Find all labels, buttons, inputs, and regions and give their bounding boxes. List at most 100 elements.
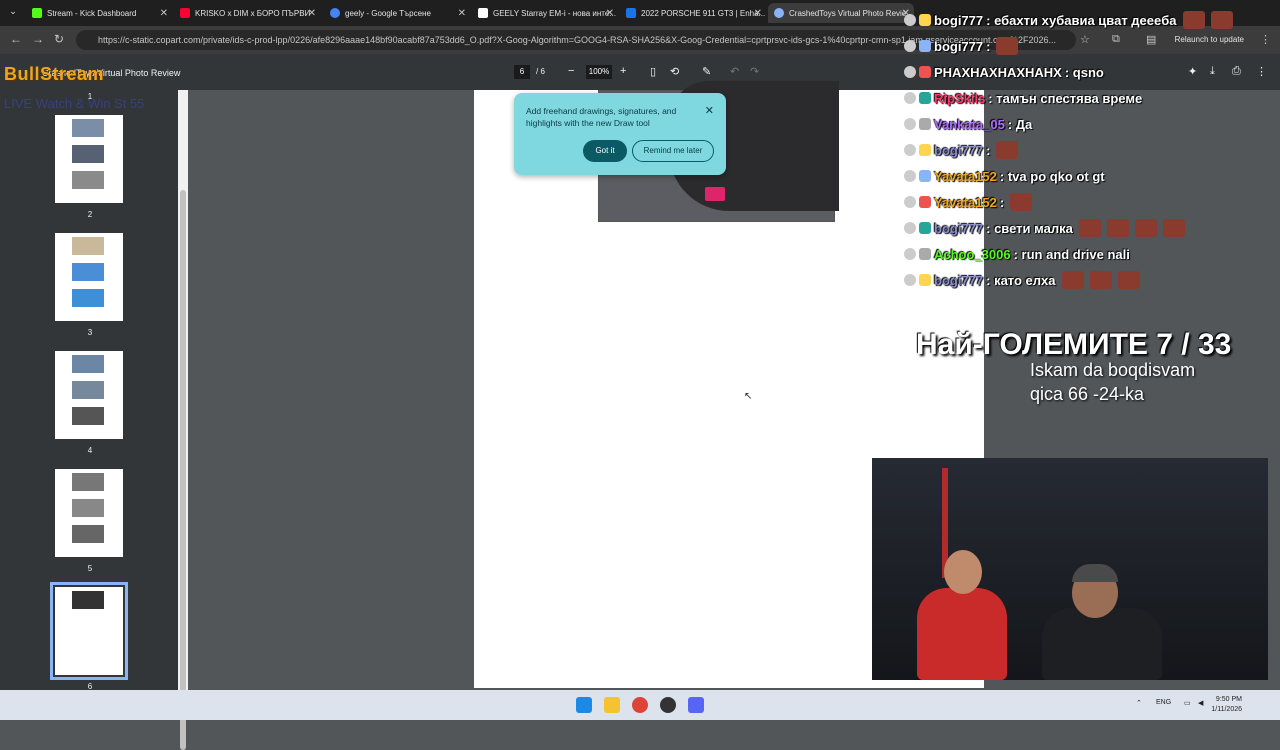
tab-label: geely - Google Търсене (345, 8, 431, 18)
discord-icon[interactable] (688, 697, 704, 713)
close-icon[interactable]: ✕ (754, 8, 762, 19)
message-line: qica 66 -24-ka (1030, 384, 1145, 404)
chat-username: Yavata152 (934, 194, 997, 210)
got-it-button[interactable]: Got it (583, 140, 627, 162)
clock-date: 1/11/2026 (1211, 706, 1242, 713)
tab-kick-dashboard[interactable]: Stream - Kick Dashboard ✕ (26, 3, 172, 23)
chat-badge-icon (904, 66, 916, 78)
network-icon[interactable]: ▭ (1184, 699, 1191, 707)
chat-badge-icon (904, 274, 916, 286)
thumbnail-page-2[interactable] (55, 115, 123, 203)
chat-message: bogi777: като елха (904, 269, 1140, 291)
chat-username: RipSkils (934, 90, 986, 106)
tray-chevron-icon[interactable]: ⌃ (1136, 699, 1142, 707)
thumb-number: 4 (87, 446, 93, 455)
chat-emote-icon (996, 37, 1019, 55)
zoom-in-icon[interactable]: + (620, 65, 626, 77)
chat-emote-icon (1134, 219, 1157, 237)
chat-text: : (986, 38, 991, 54)
chat-emote-icon (996, 141, 1019, 159)
chat-text: : qsno (1064, 64, 1104, 80)
stream-overlay-message: Iskam da boqdisvam qica 66 -24-ka (1030, 358, 1195, 406)
chat-badge-icon (919, 14, 931, 26)
tab-label: Stream - Kick Dashboard (47, 8, 137, 18)
reload-icon[interactable]: ↻ (54, 32, 64, 46)
remind-later-button[interactable]: Remind me later (632, 140, 714, 162)
news-icon (478, 8, 488, 18)
obs-icon[interactable] (660, 697, 676, 713)
stream-overlay-title: Най-ГОЛЕМИТЕ 7 / 33 (916, 328, 1232, 361)
page-total: / 6 (536, 67, 545, 76)
thumbnail-page-6[interactable] (50, 582, 128, 680)
chat-message: Yavata152: (904, 191, 1033, 213)
tab-porsche[interactable]: 2022 PORSCHE 911 GT3 | Enha... ✕ (620, 3, 766, 23)
kick-icon (32, 8, 42, 18)
chat-emote-icon (1117, 271, 1140, 289)
mouse-cursor-icon: ↖ (744, 391, 753, 402)
close-icon[interactable]: ✕ (308, 8, 316, 19)
redo-icon[interactable]: ↷ (750, 65, 759, 78)
draw-icon[interactable]: ✎ (702, 65, 711, 78)
person-left-head (944, 550, 982, 594)
chat-badge-icon (904, 144, 916, 156)
close-icon[interactable]: ✕ (160, 8, 168, 19)
chat-badge-icon (904, 248, 916, 260)
chat-emote-icon (1162, 219, 1185, 237)
person-right (1042, 608, 1162, 680)
draw-tool-popup: Add freehand drawings, signatures, and h… (514, 93, 726, 175)
back-icon[interactable]: ← (10, 32, 22, 46)
chat-username: Vankata_05 (934, 116, 1005, 132)
bullstream-logo: BullStream (4, 64, 105, 84)
chat-badge-icon (904, 14, 916, 26)
chat-text: : (986, 142, 991, 158)
chrome-icon[interactable] (632, 697, 648, 713)
tab-youtube[interactable]: KRISKO x DIM x БОРО ПЪРВИ ✕ (174, 3, 320, 23)
chat-badge-icon (919, 196, 931, 208)
file-explorer-icon[interactable] (604, 697, 620, 713)
volume-icon[interactable]: ◀ (1198, 699, 1203, 707)
chat-username: bogi777 (934, 272, 984, 288)
tab-crashedtoys[interactable]: CrashedToys Virtual Photo Revie... ✕ (768, 3, 914, 23)
chat-badge-icon (919, 66, 931, 78)
rotate-icon[interactable]: ⟲ (670, 65, 679, 78)
page-number-input[interactable]: 6 (514, 65, 530, 79)
tab-label: KRISKO x DIM x БОРО ПЪРВИ (195, 8, 311, 18)
system-clock[interactable]: 9:50 PM 1/11/2026 (1211, 695, 1242, 715)
chat-message: PHAXHAXHAXHAHX: qsno (904, 61, 1104, 83)
stream-chat-overlay: bogi777: ебахти хубавиа цват дееeба bogi7… (900, 0, 1280, 300)
close-icon[interactable]: ✕ (606, 8, 614, 19)
pdf-thumbnail-sidebar: 1 2 3 4 5 6 (0, 90, 188, 691)
chat-text: : като елха (986, 272, 1056, 288)
forward-icon[interactable]: → (32, 32, 44, 46)
tab-label: GEELY Starray EM-i - нова инте... (493, 8, 616, 18)
fit-page-icon[interactable]: ▯ (650, 65, 656, 78)
tab-search-icon[interactable]: ⌄ (6, 6, 20, 20)
zoom-out-icon[interactable]: − (568, 65, 574, 77)
thumb-number: 5 (87, 564, 93, 573)
close-icon[interactable]: ✕ (705, 104, 714, 117)
chat-text: : (999, 194, 1005, 210)
windows-taskbar: ⌃ ENG ▭ ◀ 9:50 PM 1/11/2026 (0, 690, 1280, 720)
chat-emote-icon (1089, 271, 1112, 289)
thumb-number: 3 (87, 328, 93, 337)
chat-text: : тамън спестява време (988, 90, 1143, 106)
chat-badge-icon (904, 196, 916, 208)
close-icon[interactable]: ✕ (458, 8, 466, 19)
chat-emote-icon (1061, 271, 1084, 289)
language-indicator[interactable]: ENG (1156, 699, 1171, 706)
google-icon (330, 8, 340, 18)
chat-username: bogi777 (934, 142, 984, 158)
windows-start-icon[interactable] (576, 697, 592, 713)
sidebar-scrollbar[interactable] (178, 90, 188, 750)
chat-message: RipSkils: тамън спестява време (904, 87, 1142, 109)
thumbnail-page-5[interactable] (55, 469, 123, 557)
copart-icon (626, 8, 636, 18)
zoom-input[interactable]: 100% (586, 65, 612, 79)
chat-username: Yavata152 (934, 168, 997, 184)
thumbnail-page-4[interactable] (55, 351, 123, 439)
undo-icon[interactable]: ↶ (730, 65, 739, 78)
tab-google-search[interactable]: geely - Google Търсене ✕ (324, 3, 470, 23)
tab-geely-starray[interactable]: GEELY Starray EM-i - нова инте... ✕ (472, 3, 618, 23)
thumbnail-page-3[interactable] (55, 233, 123, 321)
chat-username: bogi777 (934, 38, 984, 54)
